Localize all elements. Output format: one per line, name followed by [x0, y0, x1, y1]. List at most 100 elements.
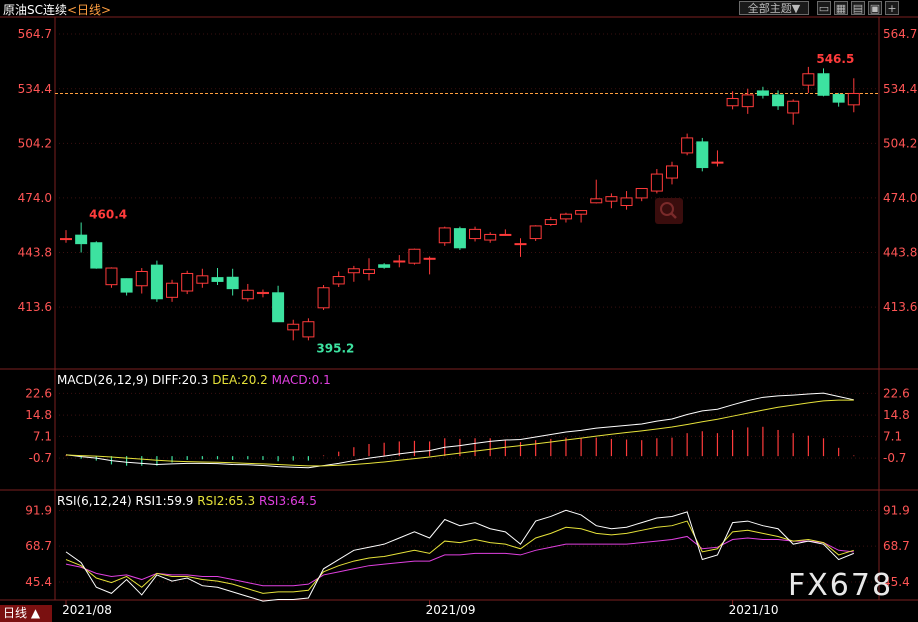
price-y-tick-right: 413.6 [883, 300, 917, 314]
candle-body [393, 260, 406, 263]
price-y-tick-right: 443.8 [883, 246, 917, 260]
diff-line [65, 392, 854, 469]
theme-button[interactable]: 全部主题▼ [739, 1, 809, 15]
chart-header: 原油SC连续<日线> [3, 1, 111, 18]
candle-body [90, 242, 103, 269]
macd-chart [65, 392, 855, 469]
candle-body [681, 137, 694, 154]
price-annotation: 395.2 [316, 341, 354, 355]
rsi-y-tick-right: 91.9 [883, 503, 910, 517]
macd-y-tick-left: 22.6 [25, 386, 52, 400]
candle-body [635, 188, 648, 199]
x-tick-label: 2021/08 [62, 603, 112, 617]
candle-body [469, 228, 482, 240]
macd-y-tick-right: 14.8 [883, 408, 910, 422]
chart-canvas[interactable]: 460.4 395.2 546.5 564.7 564.7 534.4 534.4 504.… [0, 0, 918, 622]
candle-body [423, 257, 436, 260]
macd-y-tick-left: 14.8 [25, 408, 52, 422]
rsi-y-tick-right: 68.7 [883, 539, 910, 553]
candle-body [559, 213, 572, 220]
candle-body [241, 289, 254, 300]
calendar-icon[interactable]: ▦ [834, 1, 848, 15]
price-y-tick-left: 534.4 [18, 82, 52, 96]
macd-title: MACD(26,12,9) [57, 373, 149, 387]
rsi-legend: RSI(6,12,24) RSI1:59.9 RSI2:65.3 RSI3:64… [57, 494, 317, 508]
candle-body [741, 94, 754, 108]
candle-body [272, 292, 285, 323]
macd-y-tick-left: -0.7 [29, 451, 52, 465]
candle-body [211, 277, 224, 282]
period-button[interactable]: 日线 ▲ [0, 605, 52, 622]
grid-icon[interactable]: ▤ [851, 1, 865, 15]
candle-body [544, 219, 557, 225]
candle-body [75, 234, 88, 245]
watermark-logo: FX678 [788, 568, 894, 603]
macd-y-tick-right: 7.1 [883, 429, 902, 443]
candle-body [332, 276, 345, 285]
price-y-tick-right: 504.2 [883, 136, 917, 150]
candle-body [453, 228, 466, 249]
x-tick-label: 2021/09 [426, 603, 476, 617]
instrument-title: 原油SC连续 [3, 3, 67, 17]
rsi-chart [65, 509, 854, 602]
candle-body [105, 267, 118, 286]
candle-body [317, 287, 330, 309]
candle-body [696, 141, 709, 169]
candle-body [666, 165, 678, 179]
axis-labels: 564.7 564.7 534.4 534.4 504.2 504.2 474.0 474.0… [18, 27, 918, 617]
candle-body [605, 196, 618, 202]
macd-y-tick-right: 22.6 [883, 386, 910, 400]
candle-body [620, 197, 633, 207]
rsi1-value: 59.9 [166, 494, 194, 508]
price-y-tick-right: 474.0 [883, 191, 917, 205]
dea-value: 20.2 [241, 373, 268, 387]
candle-body [256, 291, 269, 295]
candle-body [287, 323, 300, 331]
period-link[interactable]: <日线> [67, 3, 111, 17]
price-annotation: 460.4 [89, 208, 127, 222]
candle-body [756, 90, 769, 96]
diff-label: DIFF [151, 373, 178, 387]
price-chart: 460.4 395.2 546.5 [55, 52, 879, 355]
candle-body [181, 272, 194, 292]
magnifier-icon[interactable] [655, 198, 683, 224]
candle-body [711, 161, 724, 164]
add-icon[interactable]: + [885, 1, 899, 15]
dea-label: DEA [212, 373, 238, 387]
candle-body [438, 227, 451, 244]
candle-body [408, 248, 421, 264]
price-y-tick-right: 564.7 [883, 27, 917, 41]
candle-body [787, 100, 800, 114]
rsi3-label: RSI3 [258, 494, 287, 508]
candle-body [726, 98, 739, 107]
candle-body [60, 238, 72, 241]
macd-value: 0.1 [311, 373, 331, 387]
candle-body [847, 92, 860, 106]
candle-body [817, 73, 830, 96]
candle-body [302, 321, 315, 338]
macd-legend: MACD(26,12,9) DIFF:20.3 DEA:20.2 MACD:0.… [57, 373, 331, 387]
rsi2-label: RSI2 [197, 494, 225, 508]
candle-body [575, 210, 588, 215]
candle-body [832, 94, 845, 103]
candle-body [499, 233, 512, 236]
candle-body [363, 269, 375, 274]
macd-y-tick-left: 7.1 [33, 429, 52, 443]
candle-body [166, 282, 179, 298]
rsi-y-tick-left: 91.9 [25, 503, 52, 517]
candle-body [378, 264, 391, 268]
minimize-icon[interactable]: ▭ [817, 1, 831, 15]
candle-body [120, 278, 133, 293]
price-annotation: 546.5 [816, 52, 854, 66]
macd-label: MACD [271, 373, 308, 387]
diff-value: 20.3 [181, 373, 209, 387]
price-y-tick-left: 474.0 [18, 191, 52, 205]
macd-y-tick-right: -0.7 [883, 451, 906, 465]
lock-icon[interactable]: ▣ [868, 1, 882, 15]
candle-body [226, 276, 239, 290]
rsi-title: RSI(6,12,24) [57, 494, 132, 508]
candle-body [196, 275, 209, 284]
rsi2-value: 65.3 [228, 494, 256, 508]
price-y-tick-left: 443.8 [18, 246, 52, 260]
rsi1-line [65, 509, 854, 602]
